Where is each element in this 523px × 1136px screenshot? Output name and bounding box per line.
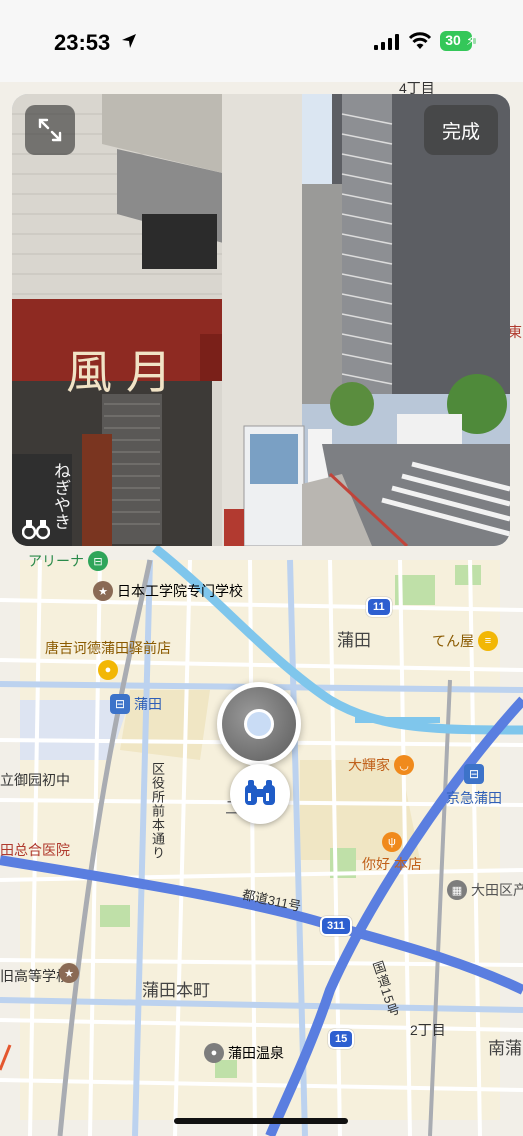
poi-tenya-label: てん屋 bbox=[432, 633, 474, 649]
binoculars-icon bbox=[22, 520, 50, 540]
poi-taikiya[interactable]: 大輝家 ◡ bbox=[348, 755, 414, 775]
poi-ota-ku[interactable]: ▦ 大田区产 bbox=[447, 880, 523, 900]
clock: 23:53 bbox=[54, 30, 111, 55]
poi-kamata-onsen-label: 蒲田温泉 bbox=[228, 1045, 284, 1061]
restaurant-icon: ψ bbox=[381, 832, 402, 852]
look-around-button[interactable] bbox=[230, 764, 290, 824]
poi-arena-label: アリーナ bbox=[28, 553, 84, 569]
train-station-icon: ⊟ bbox=[464, 764, 484, 784]
cellular-signal-icon bbox=[374, 34, 399, 50]
map-label-chome2: 2丁目 bbox=[410, 1022, 446, 1038]
shopping-bag-icon: ● bbox=[98, 660, 118, 680]
poi-nihon-kougakuin-label: 日本工学院专门学校 bbox=[117, 583, 243, 599]
map-label-hospital: 田总合医院 bbox=[0, 842, 70, 858]
map-label-higashi: 東 bbox=[508, 324, 522, 340]
food-icon: ≡ bbox=[478, 631, 498, 651]
poi-kamata-station-label: 蒲田 bbox=[134, 696, 162, 712]
school-icon: ★ bbox=[59, 963, 79, 983]
battery-icon: 30 ⚡ bbox=[440, 31, 476, 51]
map-label-kamata-honcho: 蒲田本町 bbox=[142, 981, 210, 1000]
location-arrow-icon bbox=[122, 34, 136, 48]
school-icon: ★ bbox=[93, 581, 113, 601]
wifi-icon bbox=[408, 32, 432, 49]
look-around-panel[interactable]: 風月 ねぎやき bbox=[12, 94, 510, 546]
battery-level: 30 bbox=[445, 32, 461, 48]
poi-taikiya-label: 大輝家 bbox=[348, 757, 390, 773]
binoculars-icon bbox=[245, 780, 275, 805]
route-shield-11: 11 bbox=[366, 597, 392, 617]
map-label-goyen: 立御园初中 bbox=[0, 772, 70, 788]
place-icon: ● bbox=[204, 1043, 224, 1063]
poi-nihao-label: 你好 本店 bbox=[362, 856, 422, 872]
train-icon: ⊟ bbox=[88, 551, 108, 571]
poi-keikyu-label: 京急蒲田 bbox=[446, 790, 502, 806]
expand-icon bbox=[38, 118, 62, 142]
building-icon: ▦ bbox=[447, 880, 467, 900]
status-bar: 23:53 30 ⚡ bbox=[0, 0, 523, 82]
poi-nihon-kougakuin[interactable]: ★ 日本工学院专门学校 bbox=[93, 581, 243, 601]
shop-side-sign-text: ねぎやき bbox=[51, 462, 70, 530]
shop-sign-text: 風月 bbox=[66, 345, 186, 399]
poi-donki-label: 唐吉诃德蒲田驿前店 bbox=[45, 640, 171, 656]
ramen-icon: ◡ bbox=[394, 755, 414, 775]
poi-arena[interactable]: アリーナ ⊟ bbox=[28, 551, 108, 571]
train-station-icon: ⊟ bbox=[110, 694, 130, 714]
poi-school-marker[interactable]: ★ bbox=[59, 963, 79, 983]
done-button[interactable]: 完成 bbox=[424, 105, 498, 155]
poi-nihao[interactable]: ψ 你好 本店 bbox=[362, 832, 422, 874]
poi-kamata-onsen[interactable]: ● 蒲田温泉 bbox=[204, 1043, 284, 1063]
street-view-image bbox=[12, 94, 510, 546]
poi-kamata-station[interactable]: ⊟ 蒲田 bbox=[110, 694, 162, 714]
route-shield-311: 311 bbox=[320, 916, 352, 936]
map-label-kamata: 蒲田 bbox=[337, 631, 371, 650]
route-shield-15: 15 bbox=[328, 1029, 355, 1049]
poi-tenya[interactable]: てん屋 ≡ bbox=[432, 631, 498, 651]
map-label-minami: 南蒲 bbox=[488, 1039, 522, 1058]
poi-keikyu[interactable]: ⊟ 京急蒲田 bbox=[446, 764, 502, 808]
poi-ota-ku-label: 大田区产 bbox=[471, 882, 523, 898]
expand-button[interactable] bbox=[25, 105, 75, 155]
home-indicator[interactable] bbox=[174, 1118, 348, 1124]
map-label-kuyakusho: 区役所前本通り bbox=[150, 762, 165, 860]
current-location-marker[interactable] bbox=[217, 682, 301, 766]
poi-donki[interactable]: 唐吉诃德蒲田驿前店 ● bbox=[45, 638, 171, 680]
